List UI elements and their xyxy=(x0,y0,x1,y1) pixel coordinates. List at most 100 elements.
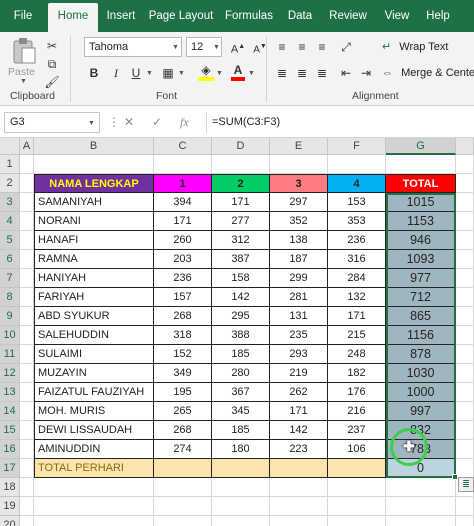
tab-formulas[interactable]: Formulas xyxy=(220,0,278,32)
grid-cell[interactable] xyxy=(20,497,34,516)
total-cell[interactable]: 1000 xyxy=(386,383,456,402)
name-cell[interactable]: SAMANIYAH xyxy=(34,193,154,212)
value-cell[interactable]: 185 xyxy=(212,345,270,364)
grid-cell[interactable] xyxy=(20,345,34,364)
grid-cell[interactable] xyxy=(20,250,34,269)
value-cell[interactable]: 293 xyxy=(270,345,328,364)
grid-cell[interactable] xyxy=(456,364,474,383)
value-cell[interactable]: 215 xyxy=(328,326,386,345)
grid-cell[interactable] xyxy=(456,250,474,269)
value-cell[interactable]: 182 xyxy=(328,364,386,383)
worksheet-grid[interactable]: A B C D E F G 1 2 3 4 5 6 7 8 9 10 11 12 13 14 15 16 17 18 19 20 NA… xyxy=(0,138,474,526)
value-cell[interactable]: 349 xyxy=(154,364,212,383)
total-row-cell[interactable] xyxy=(154,459,212,478)
row-header[interactable]: 4 xyxy=(0,212,20,231)
tab-data[interactable]: Data xyxy=(282,0,318,32)
row-header[interactable]: 7 xyxy=(0,269,20,288)
copy-icon[interactable]: ⧉ xyxy=(42,54,62,74)
row-header[interactable]: 8 xyxy=(0,288,20,307)
grid-cell[interactable] xyxy=(456,421,474,440)
chevron-down-icon[interactable]: ▼ xyxy=(88,120,95,127)
grid-cell[interactable] xyxy=(20,174,34,193)
value-cell[interactable]: 262 xyxy=(270,383,328,402)
total-row-label[interactable]: TOTAL PERHARI xyxy=(34,459,154,478)
grid-cell[interactable] xyxy=(20,402,34,421)
column-header-e[interactable]: E xyxy=(270,138,328,155)
grid-cell[interactable] xyxy=(456,307,474,326)
align-top-icon[interactable]: ≡ xyxy=(272,37,292,57)
value-cell[interactable]: 131 xyxy=(270,307,328,326)
value-cell[interactable]: 171 xyxy=(270,402,328,421)
value-cell[interactable]: 106 xyxy=(328,440,386,459)
chevron-down-icon[interactable]: ▼ xyxy=(213,44,220,51)
table-header-cell[interactable]: NAMA LENGKAP xyxy=(34,174,154,193)
tab-file[interactable]: File xyxy=(6,0,40,32)
grid-cell[interactable] xyxy=(456,174,474,193)
value-cell[interactable]: 176 xyxy=(328,383,386,402)
name-cell[interactable]: HANIYAH xyxy=(34,269,154,288)
grid-cell[interactable] xyxy=(20,288,34,307)
value-cell[interactable]: 185 xyxy=(212,421,270,440)
row-header[interactable]: 9 xyxy=(0,307,20,326)
paste-button[interactable]: Paste ▼ xyxy=(6,34,42,86)
row-header[interactable]: 5 xyxy=(0,231,20,250)
fill-color-icon[interactable]: ◈ xyxy=(196,63,216,83)
value-cell[interactable]: 219 xyxy=(270,364,328,383)
grid-cell[interactable] xyxy=(456,497,474,516)
grid-cell[interactable] xyxy=(270,155,328,174)
value-cell[interactable]: 237 xyxy=(328,421,386,440)
grid-cell[interactable] xyxy=(34,497,154,516)
orientation-icon[interactable]: ⤢ xyxy=(336,37,356,57)
total-cell[interactable]: 1156 xyxy=(386,326,456,345)
value-cell[interactable]: 281 xyxy=(270,288,328,307)
tab-home[interactable]: Home xyxy=(48,3,98,32)
grid-cell[interactable] xyxy=(328,516,386,526)
value-cell[interactable]: 316 xyxy=(328,250,386,269)
grid-cell[interactable] xyxy=(328,497,386,516)
grid-cell[interactable] xyxy=(20,421,34,440)
value-cell[interactable]: 280 xyxy=(212,364,270,383)
row-header[interactable]: 14 xyxy=(0,402,20,421)
column-header-c[interactable]: C xyxy=(154,138,212,155)
grid-cell[interactable] xyxy=(456,383,474,402)
tab-help[interactable]: Help xyxy=(420,0,456,32)
align-middle-icon[interactable]: ≡ xyxy=(292,37,312,57)
row-header[interactable]: 10 xyxy=(0,326,20,345)
total-row-cell[interactable] xyxy=(270,459,328,478)
grid-cell[interactable] xyxy=(212,155,270,174)
grid-cell[interactable] xyxy=(386,478,456,497)
grid-cell[interactable] xyxy=(456,231,474,250)
row-header[interactable]: 17 xyxy=(0,459,20,478)
paste-dropdown-icon[interactable]: ▼ xyxy=(20,78,27,85)
total-row-cell[interactable] xyxy=(212,459,270,478)
grid-cell[interactable] xyxy=(456,326,474,345)
grid-cell[interactable] xyxy=(386,497,456,516)
grid-cell[interactable] xyxy=(456,193,474,212)
paintbrush-icon[interactable]: 🖌 xyxy=(42,72,62,92)
value-cell[interactable]: 142 xyxy=(270,421,328,440)
value-cell[interactable]: 345 xyxy=(212,402,270,421)
table-header-cell[interactable]: 4 xyxy=(328,174,386,193)
total-cell[interactable]: 878 xyxy=(386,345,456,364)
increase-indent-icon[interactable]: ⇥ xyxy=(356,63,376,83)
name-box[interactable]: G3 xyxy=(4,112,100,133)
name-cell[interactable]: MUZAYIN xyxy=(34,364,154,383)
grid-cell[interactable] xyxy=(386,516,456,526)
font-family-select[interactable]: Tahoma xyxy=(84,37,182,57)
value-cell[interactable]: 318 xyxy=(154,326,212,345)
value-cell[interactable]: 277 xyxy=(212,212,270,231)
grid-cell[interactable] xyxy=(456,269,474,288)
tab-page-layout[interactable]: Page Layout xyxy=(148,0,214,32)
table-header-cell[interactable]: 3 xyxy=(270,174,328,193)
grid-cell[interactable] xyxy=(270,516,328,526)
chevron-down-icon[interactable]: ▼ xyxy=(146,70,153,77)
grid-cell[interactable] xyxy=(328,478,386,497)
row-header[interactable]: 2 xyxy=(0,174,20,193)
chevron-down-icon[interactable]: ▼ xyxy=(178,70,185,77)
grid-cell[interactable] xyxy=(20,231,34,250)
value-cell[interactable]: 367 xyxy=(212,383,270,402)
select-all-corner[interactable] xyxy=(0,138,20,155)
tab-review[interactable]: Review xyxy=(324,0,372,32)
value-cell[interactable]: 142 xyxy=(212,288,270,307)
cancel-icon[interactable]: ✕ xyxy=(124,112,134,133)
